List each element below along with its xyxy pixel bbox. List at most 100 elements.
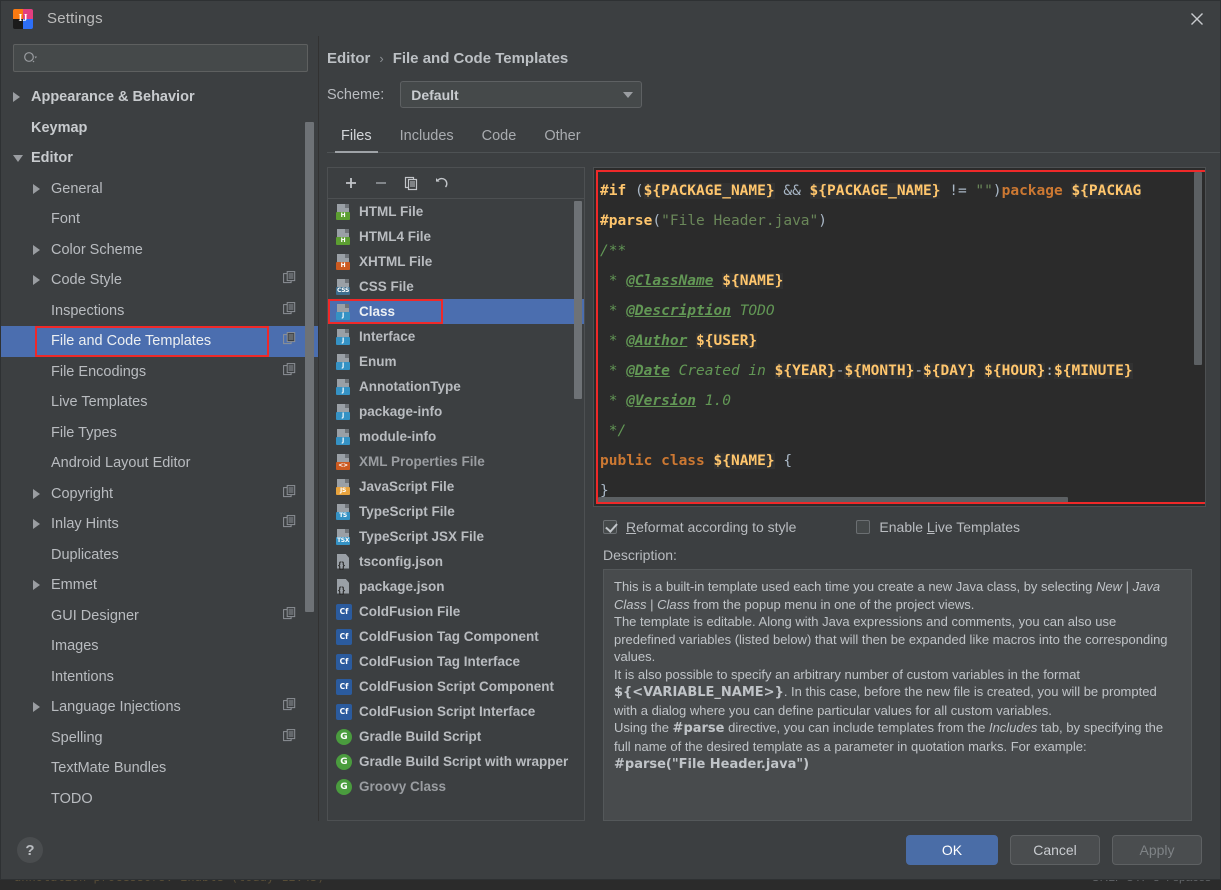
code-token: #if bbox=[600, 183, 635, 199]
tab-other[interactable]: Other bbox=[530, 124, 594, 152]
template-code-editor[interactable]: #if (${PACKAGE_NAME} && ${PACKAGE_NAME} … bbox=[593, 167, 1206, 507]
expand-arrow-icon[interactable] bbox=[33, 244, 49, 255]
add-template-button[interactable] bbox=[338, 171, 364, 195]
copy-settings-icon bbox=[283, 698, 296, 716]
template-list-item[interactable]: Jmodule-info bbox=[328, 424, 584, 449]
sidebar-item-inlay-hints[interactable]: Inlay Hints bbox=[1, 509, 318, 540]
editor-horizontal-scrollbar[interactable] bbox=[598, 497, 1068, 504]
live-templates-checkbox[interactable]: Enable Live Templates bbox=[856, 519, 1020, 535]
sidebar-item-file-encodings[interactable]: File Encodings bbox=[1, 357, 318, 388]
close-icon[interactable] bbox=[1174, 1, 1220, 36]
sidebar-item-images[interactable]: Images bbox=[1, 631, 318, 662]
remove-template-button[interactable] bbox=[368, 171, 394, 195]
code-token: 1.0 bbox=[696, 393, 731, 409]
template-list-item[interactable]: Jpackage-info bbox=[328, 399, 584, 424]
sidebar-item-duplicates[interactable]: Duplicates bbox=[1, 540, 318, 571]
settings-sidebar: Appearance & Behavior Keymap Editor General… bbox=[1, 36, 319, 821]
code-token: ) bbox=[818, 213, 827, 229]
template-list-item[interactable]: Cf ColdFusion Tag Component bbox=[328, 624, 584, 649]
sidebar-item-file-and-code-templates[interactable]: File and Code Templates bbox=[1, 326, 318, 357]
tab-includes[interactable]: Includes bbox=[386, 124, 468, 152]
reformat-checkbox[interactable]: Reformat according to style bbox=[603, 519, 796, 535]
reset-template-button[interactable] bbox=[428, 171, 454, 195]
sidebar-item-label: Language Injections bbox=[51, 699, 181, 716]
sidebar-item-general[interactable]: General bbox=[1, 174, 318, 205]
template-list-item[interactable]: J Class bbox=[328, 299, 584, 324]
search-box[interactable] bbox=[13, 44, 308, 72]
template-list-item[interactable]: J AnnotationType bbox=[328, 374, 584, 399]
live-templates-checkbox-box[interactable] bbox=[856, 520, 871, 534]
template-list-item[interactable]: J Enum bbox=[328, 349, 584, 374]
expand-arrow-icon[interactable] bbox=[33, 580, 49, 591]
template-list-item[interactable]: G Groovy Class bbox=[328, 774, 584, 799]
search-input[interactable] bbox=[38, 50, 301, 66]
template-list-item-label: Gradle Build Script bbox=[359, 729, 482, 744]
reformat-checkbox-box[interactable] bbox=[603, 520, 617, 534]
code-line: * @Date Created in ${YEAR}-${MONTH}-${DA… bbox=[600, 356, 1205, 386]
template-list-item[interactable]: H HTML4 File bbox=[328, 224, 584, 249]
collapse-arrow-icon[interactable] bbox=[13, 154, 29, 162]
sidebar-item-live-templates[interactable]: Live Templates bbox=[1, 387, 318, 418]
expand-arrow-icon[interactable] bbox=[33, 488, 49, 499]
copy-settings-icon bbox=[283, 271, 296, 289]
sidebar-item-file-types[interactable]: File Types bbox=[1, 418, 318, 449]
apply-button[interactable]: Apply bbox=[1112, 835, 1202, 865]
sidebar-item-font[interactable]: Font bbox=[1, 204, 318, 235]
template-list-item[interactable]: {} tsconfig.json bbox=[328, 549, 584, 574]
template-list-item[interactable]: Cf ColdFusion File bbox=[328, 599, 584, 624]
template-list-item[interactable]: {} package.json bbox=[328, 574, 584, 599]
sidebar-item-label: Appearance & Behavior bbox=[31, 89, 195, 106]
help-button[interactable]: ? bbox=[17, 837, 43, 863]
title-bar: IJ Settings bbox=[1, 1, 1220, 36]
sidebar-item-color-scheme[interactable]: Color Scheme bbox=[1, 235, 318, 266]
cancel-button[interactable]: Cancel bbox=[1010, 835, 1100, 865]
template-list-item[interactable]: Cf ColdFusion Script Component bbox=[328, 674, 584, 699]
sidebar-scrollbar[interactable] bbox=[305, 122, 314, 612]
copy-template-button[interactable] bbox=[398, 171, 424, 195]
template-list-item[interactable]: TS TypeScript File bbox=[328, 499, 584, 524]
tab-files[interactable]: Files bbox=[327, 124, 386, 153]
template-list[interactable]: H HTML File H HTML4 File H XHTML File CSS CSS F… bbox=[328, 199, 584, 820]
template-list-item[interactable]: G Gradle Build Script bbox=[328, 724, 584, 749]
sidebar-item-todo[interactable]: TODO bbox=[1, 784, 318, 815]
template-list-item[interactable]: Cf ColdFusion Tag Interface bbox=[328, 649, 584, 674]
expand-arrow-icon[interactable] bbox=[33, 275, 49, 286]
chevron-right-icon: › bbox=[379, 51, 384, 66]
template-list-item[interactable]: JS JavaScript File bbox=[328, 474, 584, 499]
expand-arrow-icon[interactable] bbox=[33, 702, 49, 713]
breadcrumb-parent[interactable]: Editor bbox=[327, 50, 370, 67]
search-area bbox=[1, 36, 318, 78]
sidebar-item-inspections[interactable]: Inspections bbox=[1, 296, 318, 327]
sidebar-item-appearance-behavior[interactable]: Appearance & Behavior bbox=[1, 82, 318, 113]
sidebar-item-language-injections[interactable]: Language Injections bbox=[1, 692, 318, 723]
sidebar-item-emmet[interactable]: Emmet bbox=[1, 570, 318, 601]
sidebar-item-textmate-bundles[interactable]: TextMate Bundles bbox=[1, 753, 318, 784]
sidebar-item-label: Font bbox=[51, 211, 81, 228]
sidebar-item-keymap[interactable]: Keymap bbox=[1, 113, 318, 144]
sidebar-item-copyright[interactable]: Copyright bbox=[1, 479, 318, 510]
tab-code[interactable]: Code bbox=[468, 124, 531, 152]
sidebar-item-editor[interactable]: Editor bbox=[1, 143, 318, 174]
expand-arrow-icon[interactable] bbox=[33, 519, 49, 530]
template-list-item-label: TypeScript File bbox=[359, 504, 455, 519]
template-list-item[interactable]: Cf ColdFusion Script Interface bbox=[328, 699, 584, 724]
expand-arrow-icon[interactable] bbox=[33, 183, 49, 194]
template-list-item[interactable]: <> XML Properties File bbox=[328, 449, 584, 474]
template-list-scrollbar[interactable] bbox=[574, 201, 582, 399]
template-list-item[interactable]: J Interface bbox=[328, 324, 584, 349]
sidebar-item-code-style[interactable]: Code Style bbox=[1, 265, 318, 296]
sidebar-item-spelling[interactable]: Spelling bbox=[1, 723, 318, 754]
editor-vertical-scrollbar[interactable] bbox=[1194, 172, 1202, 365]
template-list-item[interactable]: H HTML File bbox=[328, 199, 584, 224]
sidebar-item-intentions[interactable]: Intentions bbox=[1, 662, 318, 693]
expand-arrow-icon[interactable] bbox=[13, 92, 29, 103]
template-list-item[interactable]: CSS CSS File bbox=[328, 274, 584, 299]
scheme-dropdown[interactable]: Default bbox=[400, 81, 643, 108]
sidebar-item-android-layout-editor[interactable]: Android Layout Editor bbox=[1, 448, 318, 479]
sidebar-item-gui-designer[interactable]: GUI Designer bbox=[1, 601, 318, 632]
template-list-item[interactable]: TSX TypeScript JSX File bbox=[328, 524, 584, 549]
template-list-item[interactable]: H XHTML File bbox=[328, 249, 584, 274]
ok-button[interactable]: OK bbox=[906, 835, 998, 865]
template-list-item[interactable]: G Gradle Build Script with wrapper bbox=[328, 749, 584, 774]
